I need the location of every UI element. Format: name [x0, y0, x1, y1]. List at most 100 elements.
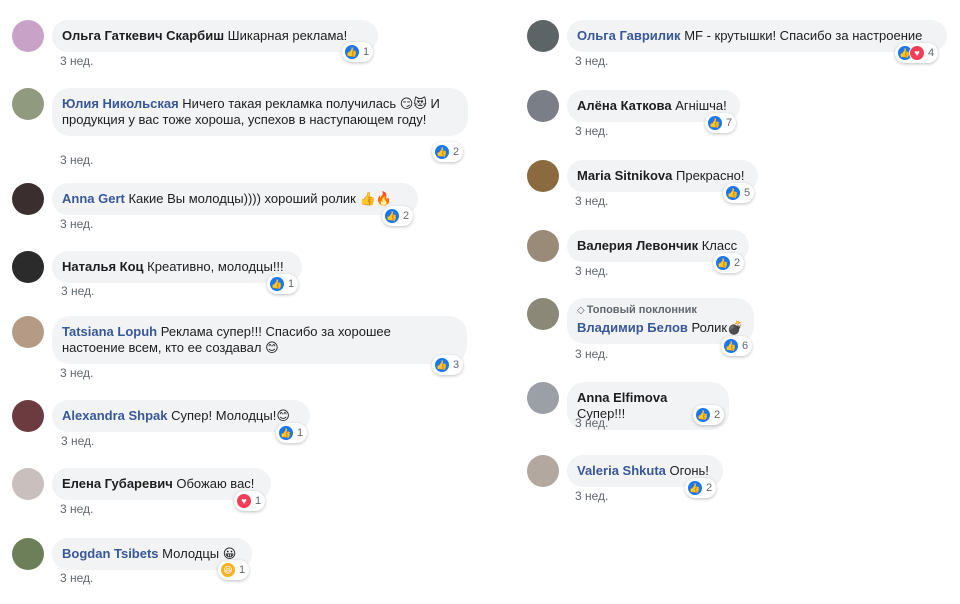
comment-text: Класс	[701, 238, 738, 253]
like-icon: 👍	[278, 425, 294, 441]
reaction-summary[interactable]: 👍 5	[723, 183, 755, 203]
comment-bubble: Ольга Гаврилик MF - крутышки! Спасибо за…	[567, 20, 947, 52]
reaction-summary[interactable]: 😆 1	[218, 560, 250, 580]
comment-author[interactable]: Ольга Гаткевич Скарбиш	[62, 28, 224, 43]
love-icon: ♥	[909, 45, 925, 61]
reaction-count: 2	[714, 409, 721, 421]
comment-time[interactable]: 3 нед.	[61, 434, 94, 448]
like-icon: 👍	[434, 144, 450, 160]
comment-time[interactable]: 3 нед.	[60, 571, 93, 585]
avatar[interactable]	[527, 160, 559, 192]
comment-time[interactable]: 3 нед.	[60, 217, 93, 231]
like-icon: 👍	[725, 185, 741, 201]
comment-text: Обожаю вас!	[176, 476, 255, 491]
reaction-summary[interactable]: 👍 6	[721, 336, 753, 356]
reaction-count: 1	[255, 495, 262, 507]
avatar[interactable]	[12, 88, 44, 120]
top-fan-badge: ◇ Топовый поклонник	[577, 303, 744, 318]
avatar[interactable]	[527, 230, 559, 262]
reaction-summary[interactable]: 👍 1	[276, 423, 308, 443]
reaction-count: 2	[734, 257, 741, 269]
comment-text: Прекрасно!	[676, 168, 745, 183]
comment-item: Alexandra Shpak Супер! Молодцы!😊 👍 1 3 н…	[12, 400, 432, 450]
avatar[interactable]	[12, 316, 44, 348]
comment-text: Шикарная реклама!	[227, 28, 348, 43]
comment-time[interactable]: 3 нед.	[60, 502, 93, 516]
comment-item: Ольга Гаткевич Скарбиш Шикарная реклама!…	[12, 20, 432, 70]
comment-author[interactable]: Valeria Shkuta	[577, 463, 666, 478]
comment-item: Ольга Гаврилик MF - крутышки! Спасибо за…	[527, 20, 957, 70]
comment-author[interactable]: Ольга Гаврилик	[577, 28, 681, 43]
avatar[interactable]	[12, 468, 44, 500]
haha-icon: 😆	[220, 562, 236, 578]
comment-time[interactable]: 3 нед.	[575, 54, 608, 68]
reaction-summary[interactable]: 👍 1	[342, 42, 374, 62]
comment-item: Валерия Левончик Класс 👍 2 3 нед.	[527, 230, 947, 280]
comment-author[interactable]: Владимир Белов	[577, 320, 688, 335]
comment-time[interactable]: 3 нед.	[575, 489, 608, 503]
comment-time[interactable]: 3 нед.	[575, 416, 608, 430]
comment-bubble: Tatsiana Lopuh Реклама супер!!! Спасибо …	[52, 316, 467, 364]
comment-time[interactable]: 3 нед.	[60, 366, 93, 380]
avatar[interactable]	[12, 251, 44, 283]
comment-bubble: Alexandra Shpak Супер! Молодцы!😊	[52, 400, 310, 432]
comment-item: Anna Gert Какие Вы молодцы)))) хороший р…	[12, 183, 432, 233]
like-icon: 👍	[269, 276, 285, 292]
reaction-summary[interactable]: 👍 2	[693, 405, 725, 425]
comment-author[interactable]: Anna Gert	[62, 191, 125, 206]
reaction-summary[interactable]: ♥ 1	[234, 491, 266, 511]
comment-author[interactable]: Наталья Коц	[62, 259, 144, 274]
comment-item: Елена Губаревич Обожаю вас! ♥ 1 3 нед.	[12, 468, 432, 518]
love-icon: ♥	[236, 493, 252, 509]
top-fan-label: Топовый поклонник	[586, 304, 697, 316]
comment-time[interactable]: 3 нед.	[575, 264, 608, 278]
comment-time[interactable]: 3 нед.	[575, 194, 608, 208]
comment-time[interactable]: 3 нед.	[61, 284, 94, 298]
comment-item: Юлия Никольская Ничего такая рекламка по…	[12, 88, 472, 168]
avatar[interactable]	[527, 20, 559, 52]
comment-time[interactable]: 3 нед.	[60, 54, 93, 68]
comment-text: Огонь!	[669, 463, 709, 478]
avatar[interactable]	[527, 298, 559, 330]
comment-text: Молодцы 😀	[162, 546, 237, 561]
like-icon: 👍	[723, 338, 739, 354]
reaction-count: 2	[453, 146, 460, 158]
avatar[interactable]	[12, 400, 44, 432]
reaction-summary[interactable]: 👍 2	[713, 253, 745, 273]
reaction-summary[interactable]: 👍 2	[685, 478, 717, 498]
reaction-summary[interactable]: 👍 3	[432, 355, 464, 375]
avatar[interactable]	[12, 538, 44, 570]
comment-text: Креативно, молодцы!!!	[147, 259, 284, 274]
comment-author[interactable]: Anna Elfimova	[577, 390, 667, 405]
reaction-summary[interactable]: 👍 ♥ 4	[895, 43, 939, 63]
comment-author[interactable]: Alexandra Shpak	[62, 408, 168, 423]
comment-item: ◇ Топовый поклонник Владимир Белов Ролик💣…	[527, 298, 947, 362]
reaction-count: 1	[363, 46, 370, 58]
reaction-count: 3	[453, 359, 460, 371]
comment-time[interactable]: 3 нед.	[575, 347, 608, 361]
avatar[interactable]	[12, 183, 44, 215]
reaction-summary[interactable]: 👍 2	[432, 142, 464, 162]
comment-time[interactable]: 3 нед.	[60, 153, 93, 167]
comment-time[interactable]: 3 нед.	[575, 124, 608, 138]
reaction-count: 5	[744, 187, 751, 199]
comment-author[interactable]: Валерия Левончик	[577, 238, 698, 253]
avatar[interactable]	[527, 90, 559, 122]
comment-author[interactable]: Bogdan Tsibets	[62, 546, 159, 561]
comment-author[interactable]: Tatsiana Lopuh	[62, 324, 157, 339]
avatar[interactable]	[12, 20, 44, 52]
comment-author[interactable]: Юлия Никольская	[62, 96, 179, 111]
reaction-summary[interactable]: 👍 1	[267, 274, 299, 294]
diamond-icon: ◇	[577, 305, 585, 316]
comment-author[interactable]: Елена Губаревич	[62, 476, 173, 491]
comment-author[interactable]: Maria Sitnikova	[577, 168, 672, 183]
avatar[interactable]	[527, 455, 559, 487]
avatar[interactable]	[527, 382, 559, 414]
reaction-count: 1	[297, 427, 304, 439]
comment-author[interactable]: Алёна Каткова	[577, 98, 672, 113]
comment-item: Алёна Каткова Агнішча! 👍 7 3 нед.	[527, 90, 947, 140]
comment-text: Какие Вы молодцы)))) хороший ролик 👍🔥	[128, 191, 392, 206]
reaction-summary[interactable]: 👍 2	[382, 206, 414, 226]
reaction-summary[interactable]: 👍 7	[705, 113, 737, 133]
reaction-count: 2	[403, 210, 410, 222]
